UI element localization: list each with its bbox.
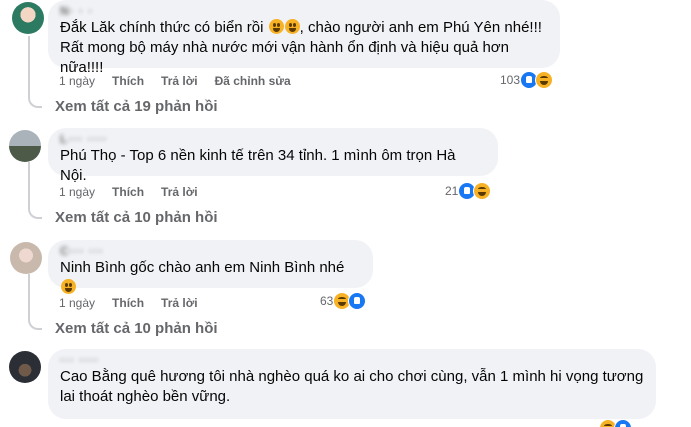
reaction-summary[interactable]: 103: [500, 69, 554, 91]
haha-icon: [473, 182, 492, 200]
astonished-emoji-icon: [284, 19, 300, 34]
comment-time[interactable]: 1 ngày: [59, 185, 95, 199]
reaction-summary[interactable]: 21: [445, 180, 492, 202]
comment-time[interactable]: 1 ngày: [59, 74, 95, 88]
like-button[interactable]: Thích: [112, 74, 144, 88]
comment-time[interactable]: 1 ngày: [59, 296, 95, 310]
comment-text: Cao Bằng quê hương tôi nhà nghèo quá ko …: [60, 368, 644, 385]
comment-author[interactable]: C··· ···: [60, 244, 361, 258]
reply-button[interactable]: Trả lời: [161, 296, 198, 310]
reaction-summary[interactable]: [599, 417, 632, 427]
comment-author[interactable]: L··· ····: [60, 132, 486, 146]
comment-bubble: ··· ···· Cao Bằng quê hương tôi nhà nghè…: [48, 349, 656, 419]
thread-line: [28, 274, 30, 318]
thread-elbow: [28, 94, 42, 108]
comment-text: Phú Thọ - Top 6 nền kinh tế trên 34 tỉnh…: [60, 147, 460, 184]
comment-actions: 1 ngày Thích Trả lời: [59, 184, 198, 200]
like-button[interactable]: Thích: [112, 185, 144, 199]
like-button[interactable]: Thích: [112, 296, 144, 310]
reaction-count: 21: [445, 184, 459, 198]
comment-text: Ninh Bình gốc chào anh em Ninh Bình nhé: [60, 258, 361, 298]
view-replies-link[interactable]: Xem tất cả 10 phản hồi: [55, 320, 218, 337]
astonished-emoji-icon: [268, 19, 284, 34]
comment-author[interactable]: N· · ·: [60, 4, 548, 18]
edited-label[interactable]: Đã chỉnh sửa: [215, 74, 291, 88]
thread-elbow: [28, 205, 42, 219]
view-replies-link[interactable]: Xem tất cả 19 phản hồi: [55, 98, 218, 115]
avatar[interactable]: [9, 130, 41, 162]
avatar[interactable]: [10, 242, 42, 274]
haha-icon: [535, 71, 554, 89]
laughing-emoji-icon: [61, 279, 76, 294]
thread-elbow: [28, 316, 42, 330]
avatar[interactable]: [12, 2, 44, 34]
comment-actions: 1 ngày Thích Trả lời Đã chỉnh sửa: [59, 73, 291, 89]
comment-text: Đắk Lăk chính thức có biển rồi , chào ng…: [60, 19, 542, 36]
reaction-summary[interactable]: 63: [320, 290, 367, 312]
like-icon: [614, 419, 632, 427]
like-icon: [348, 292, 367, 310]
comment-text-line2: Rất mong bộ máy nhà nước mới vận hành ổn…: [60, 39, 514, 76]
comment-author[interactable]: ··· ····: [60, 353, 644, 367]
reply-button[interactable]: Trả lời: [161, 185, 198, 199]
comment-bubble: N· · · Đắk Lăk chính thức có biển rồi , …: [48, 0, 560, 76]
comment-actions: 1 ngày Thích Trả lời: [59, 295, 198, 311]
reply-button[interactable]: Trả lời: [161, 74, 198, 88]
comment-text-line2: lai thoát nghèo bền vững.: [60, 388, 231, 405]
view-replies-link[interactable]: Xem tất cả 10 phản hồi: [55, 209, 218, 226]
reaction-count: 63: [320, 294, 334, 308]
thread-line: [28, 162, 30, 208]
comment-bubble: C··· ··· Ninh Bình gốc chào anh em Ninh …: [48, 240, 373, 294]
comment-bubble: L··· ···· Phú Thọ - Top 6 nền kinh tế tr…: [48, 128, 498, 184]
thread-line: [28, 36, 30, 98]
avatar[interactable]: [9, 351, 41, 383]
reaction-count: 103: [500, 73, 521, 87]
